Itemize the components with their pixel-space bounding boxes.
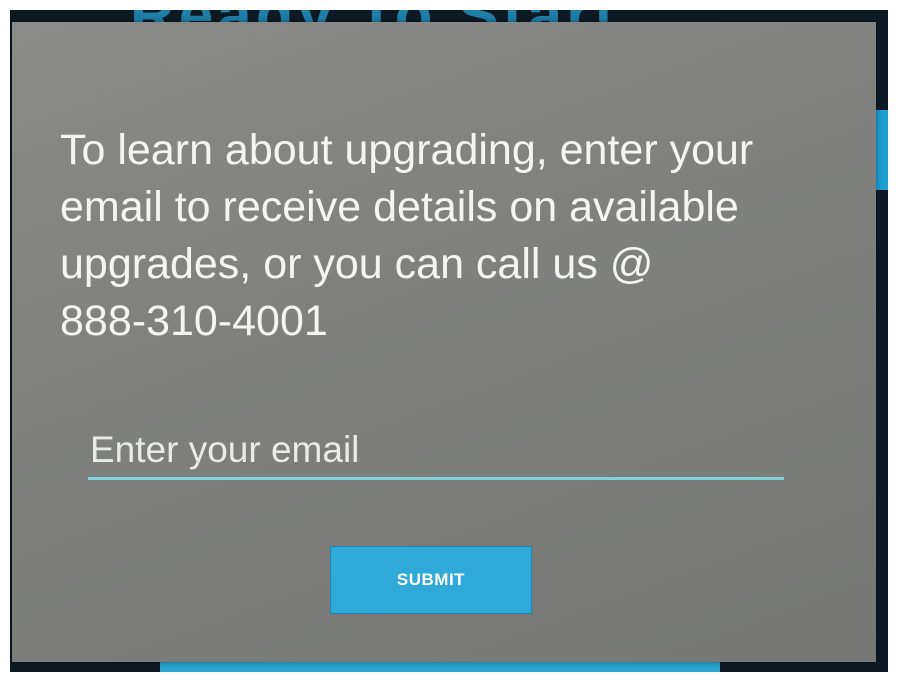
email-input[interactable] bbox=[88, 422, 784, 480]
submit-button[interactable]: SUBMIT bbox=[330, 546, 532, 614]
screen-photo: Ready To Start To learn about upgrading,… bbox=[10, 10, 888, 672]
upgrade-dialog: To learn about upgrading, enter your ema… bbox=[12, 22, 876, 662]
upgrade-message: To learn about upgrading, enter your ema… bbox=[60, 126, 754, 345]
